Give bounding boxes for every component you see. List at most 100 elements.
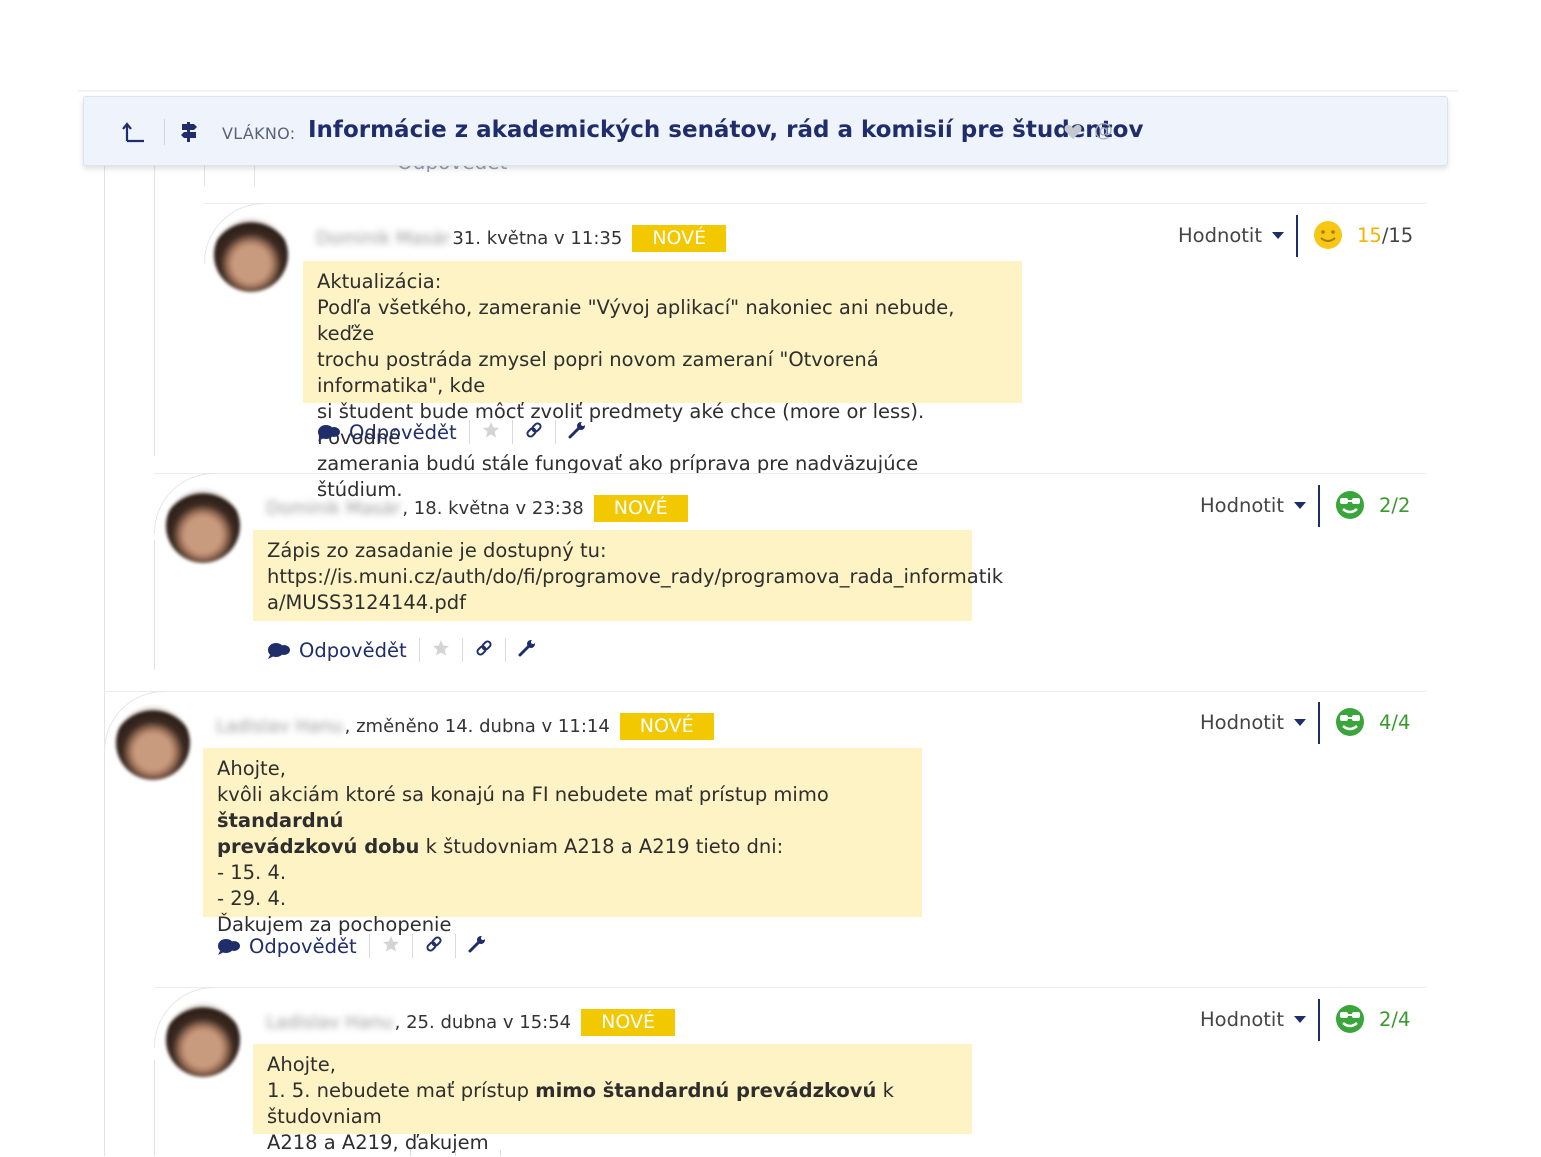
body-line: - 15. 4. [217, 861, 287, 884]
comment-time: 31. května v 11:35 [452, 228, 623, 249]
rate-label: Hodnotit [1178, 224, 1262, 247]
comment-meta: Ladislav Hanu , změněno 14. dubna v 11:1… [216, 713, 714, 740]
score-total: /15 [1381, 223, 1414, 247]
thread-line-level-3 [254, 166, 255, 186]
comment-body: Ahojte, 1. 5. nebudete mať prístup mimo … [253, 1044, 972, 1154]
body-link[interactable]: a/MUSS3124144.pdf [267, 590, 958, 616]
action-divider-peek [500, 1150, 501, 1156]
heart-icon[interactable] [1064, 124, 1082, 144]
link-icon[interactable] [525, 421, 543, 444]
caret-down-icon [1293, 1016, 1306, 1023]
comment-score: 15/15 [1313, 220, 1413, 250]
rate-dropdown[interactable]: Hodnotit [1178, 224, 1284, 247]
reply-button[interactable]: Odpovědět [217, 935, 357, 958]
wrench-icon[interactable] [568, 421, 586, 444]
action-divider-peek [455, 1150, 456, 1156]
comment-score: 2/4 [1335, 1004, 1410, 1034]
author-name[interactable]: Ladislav Hanu [216, 716, 343, 737]
comment-body: Zápis zo zasadanie je dostupný tu: https… [253, 530, 1003, 621]
page-top-edge [78, 90, 1458, 92]
star-icon[interactable] [382, 935, 400, 958]
body-line: trochu postráda zmysel popri novom zamer… [317, 348, 879, 397]
score-value: 2/2 [1379, 493, 1411, 517]
action-divider-peek [410, 1150, 411, 1156]
body-line: Ahojte, [217, 757, 286, 780]
header-separator [164, 119, 165, 145]
reply-label: Odpovědět [249, 934, 357, 958]
speech-bubbles-icon [268, 643, 290, 659]
comment-score: 4/4 [1335, 707, 1410, 737]
rate-dropdown[interactable]: Hodnotit [1200, 494, 1306, 517]
rate-label: Hodnotit [1200, 711, 1284, 734]
body-line: kvôli akciám ktoré sa konajú na FI nebud… [217, 783, 829, 832]
speech-bubbles-icon [318, 425, 340, 441]
avatar[interactable] [214, 218, 288, 292]
comment-meta: Dominik Masár 31. května v 11:35 NOVÉ [316, 225, 727, 252]
new-badge: NOVÉ [581, 1009, 675, 1036]
link-icon[interactable] [475, 639, 493, 662]
rate-dropdown[interactable]: Hodnotit [1200, 1008, 1306, 1031]
body-line: A218 a A219, ďakujem [267, 1131, 489, 1154]
thread-header: VLÁKNO: Informácie z akademických senáto… [83, 96, 1448, 166]
thread-line-level-2 [204, 166, 205, 186]
at-icon[interactable]: @ [1094, 119, 1113, 141]
score-value: 15 [1357, 223, 1382, 247]
caret-down-icon [1271, 232, 1284, 239]
reply-label: Odpovědět [299, 638, 407, 662]
up-arrow-icon[interactable] [122, 121, 146, 147]
thread-line-level-1 [154, 166, 155, 456]
comment-meta: Dominik Masár , 18. května v 23:38 NOVÉ [266, 495, 688, 522]
reply-button[interactable]: Odpovědět [317, 421, 457, 444]
comment-time: , 25. dubna v 15:54 [394, 1012, 572, 1033]
new-badge: NOVÉ [632, 225, 727, 252]
reply-button[interactable]: Odpovědět [267, 639, 407, 662]
star-icon[interactable] [432, 639, 450, 662]
rate-separator [1318, 702, 1320, 744]
body-line: prevádzkovú dobu k študovniam A218 a A21… [217, 835, 784, 858]
smiley-green-icon [1336, 1005, 1364, 1033]
rate-dropdown[interactable]: Hodnotit [1200, 711, 1306, 734]
thread-line-level-0 [104, 166, 105, 1156]
caret-down-icon [1293, 502, 1306, 509]
rate-separator [1318, 485, 1320, 527]
comment-actions: Odpovědět [217, 934, 486, 958]
avatar[interactable] [166, 1003, 240, 1077]
new-badge: NOVÉ [619, 713, 714, 740]
author-name[interactable]: Dominik Masár [316, 228, 450, 249]
body-line: - 29. 4. [217, 887, 287, 910]
avatar[interactable] [116, 706, 190, 780]
thread-title[interactable]: Informácie z akademických senátov, rád a… [308, 117, 1143, 143]
wrench-icon[interactable] [518, 639, 536, 662]
author-name[interactable]: Ladislav Hanu [266, 1012, 393, 1033]
rate-label: Hodnotit [1200, 1008, 1284, 1031]
body-line: Aktualizácia: [317, 270, 442, 293]
score-value: 4/4 [1379, 710, 1411, 734]
body-line: Ahojte, [267, 1053, 336, 1076]
reply-label: Odpovědět [349, 420, 457, 444]
smiley-yellow-icon [1314, 221, 1342, 249]
star-icon[interactable] [482, 421, 500, 444]
speech-bubbles-icon [218, 939, 240, 955]
smiley-green-icon [1336, 708, 1364, 736]
body-line: Zápis zo zasadanie je dostupný tu: [267, 539, 607, 562]
rate-separator [1296, 215, 1298, 257]
comment-meta: Ladislav Hanu , 25. dubna v 15:54 NOVÉ [266, 1009, 675, 1036]
caret-down-icon [1293, 719, 1306, 726]
thread-label: VLÁKNO: [222, 124, 296, 143]
link-icon[interactable] [425, 935, 443, 958]
body-link[interactable]: https://is.muni.cz/auth/do/fi/programove… [267, 564, 1003, 590]
comment-score: 2/2 [1335, 490, 1410, 520]
author-name[interactable]: Dominik Masár [266, 498, 400, 519]
avatar[interactable] [166, 489, 240, 563]
comment-time: , 18. května v 23:38 [402, 498, 584, 519]
new-badge: NOVÉ [593, 495, 688, 522]
body-line: 1. 5. nebudete mať prístup mimo štandard… [267, 1079, 894, 1128]
comment-actions: Odpovědět [317, 420, 586, 444]
comment-body: Ahojte, kvôli akciám ktoré sa konajú na … [203, 748, 922, 936]
comment-actions: Odpovědět [267, 638, 536, 662]
signpost-icon[interactable] [180, 121, 198, 147]
wrench-icon[interactable] [468, 935, 486, 958]
body-line: Podľa všetkého, zameranie "Vývoj aplikac… [317, 296, 955, 345]
comment-time: , změněno 14. dubna v 11:14 [344, 716, 610, 737]
score-value: 2/4 [1379, 1007, 1411, 1031]
